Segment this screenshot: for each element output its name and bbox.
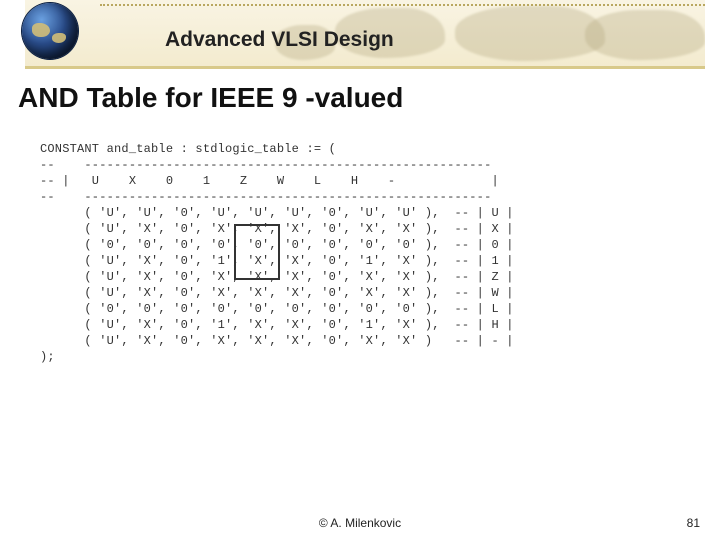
highlight-box <box>234 224 280 280</box>
code-row-u: ( 'U', 'U', '0', 'U', 'U', 'U', '0', 'U'… <box>40 206 514 220</box>
slide-title: AND Table for IEEE 9 -valued <box>18 82 403 114</box>
footer-author: © A. Milenkovic <box>0 516 720 530</box>
course-title: Advanced VLSI Design <box>165 28 394 52</box>
map-decor <box>455 6 605 61</box>
code-close: ); <box>40 350 55 364</box>
code-rule: -- -------------------------------------… <box>40 158 491 172</box>
code-row-l: ( '0', '0', '0', '0', '0', '0', '0', '0'… <box>40 302 514 316</box>
footer-page-number: 81 <box>687 516 700 530</box>
code-rule: -- -------------------------------------… <box>40 190 491 204</box>
header-dotted-rule <box>100 4 705 6</box>
code-row-dash: ( 'U', 'X', '0', 'X', 'X', 'X', '0', 'X'… <box>40 334 514 348</box>
map-decor <box>585 10 705 60</box>
code-header: -- | U X 0 1 Z W L H - | <box>40 174 499 188</box>
globe-icon <box>22 3 78 59</box>
code-row-w: ( 'U', 'X', '0', 'X', 'X', 'X', '0', 'X'… <box>40 286 514 300</box>
code-row-h: ( 'U', 'X', '0', '1', 'X', 'X', '0', '1'… <box>40 318 514 332</box>
code-decl: CONSTANT and_table : stdlogic_table := ( <box>40 142 336 156</box>
